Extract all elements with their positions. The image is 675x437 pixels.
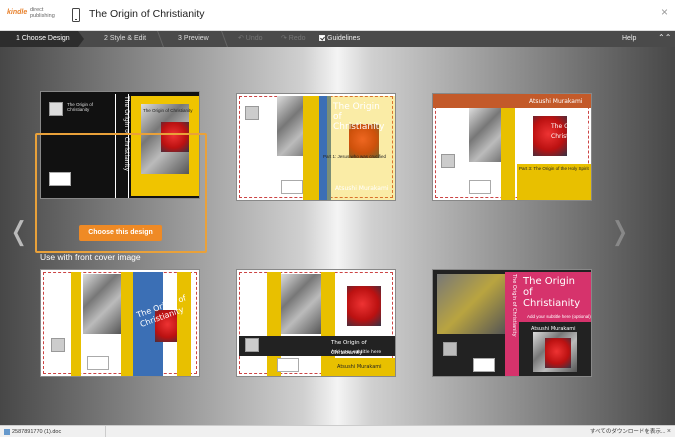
checkbox-checked-icon[interactable]: [319, 35, 325, 41]
undo-button[interactable]: ↶ Undo: [238, 31, 263, 47]
book-title: The Origin of Christianity: [89, 8, 205, 20]
redo-button[interactable]: ↷ Redo: [281, 31, 306, 47]
author-photo-placeholder-icon: [49, 102, 63, 116]
author-photo-placeholder-icon: [245, 106, 259, 120]
author-photo-placeholder-icon: [51, 338, 65, 352]
cover-design-5[interactable]: The Origin of Christianity Add your subt…: [236, 269, 396, 377]
guidelines-label: Guidelines: [327, 35, 361, 42]
carousel-next-icon[interactable]: ❭: [609, 217, 631, 247]
choose-this-design-button[interactable]: Choose this design: [79, 225, 162, 241]
cover-author: Atsushi Murakami: [335, 185, 389, 192]
step-style-edit[interactable]: 2 Style & Edit: [86, 31, 156, 47]
step-choose-design[interactable]: 1 Choose Design: [0, 31, 78, 47]
guidelines-checkbox[interactable]: Guidelines: [319, 31, 360, 47]
author-photo-placeholder-icon: [443, 342, 457, 356]
barcode-box: [469, 180, 491, 194]
barcode-box: [277, 358, 299, 372]
close-window-button[interactable]: ×: [661, 5, 668, 19]
show-all-downloads-link[interactable]: すべてのダウンロードを表示...: [590, 426, 665, 437]
cover-title: The Origin of Christianity: [523, 276, 581, 309]
title-bar: kindle direct publishing The Origin of Ch…: [0, 0, 675, 31]
front-title-small: The Origin of Christianity: [143, 108, 193, 113]
design-carousel: ❬ ❭ The Origin of Christianity The Origi…: [0, 47, 675, 425]
cover-title: The Origin of Christianity: [333, 102, 385, 132]
carousel-prev-icon[interactable]: ❬: [8, 217, 30, 247]
browser-download-bar: 2587891770 (1).doc すべてのダウンロードを表示... ×: [0, 425, 675, 437]
back-text: The Origin of Christianity: [67, 102, 94, 112]
front-cover-note: Use with front cover image: [40, 252, 141, 262]
kdp-logo: kindle direct publishing: [7, 7, 63, 23]
logo-direct-publishing-text: direct publishing: [30, 7, 55, 19]
wizard-steps-bar: 1 Choose Design 2 Style & Edit 3 Preview…: [0, 31, 675, 47]
download-item[interactable]: 2587891770 (1).doc: [2, 426, 106, 437]
cover-subtitle: Add your subtitle here (optional): [527, 314, 591, 319]
collapse-icon[interactable]: ⌃⌃: [658, 33, 671, 42]
back-text: Part 1: Jesus who was crucified: [323, 154, 387, 159]
author-photo-placeholder-icon: [245, 338, 259, 352]
step-preview[interactable]: 3 Preview: [164, 31, 224, 47]
logo-kindle-text: kindle: [7, 9, 28, 16]
author-photo-placeholder-icon: [441, 154, 455, 168]
cover-design-2[interactable]: The Origin of Christianity Part 1: Jesus w…: [236, 93, 396, 201]
barcode-box: [281, 180, 303, 194]
device-icon: [72, 8, 80, 22]
barcode-box: [87, 356, 109, 370]
spine-title: The Origin of Christianity: [511, 274, 517, 337]
cover-author-top: Atsushi Murakami: [529, 98, 583, 105]
cover-title: The Origin of Christianity: [551, 123, 590, 140]
cover-design-6[interactable]: The Origin of Christianity The Origin of C…: [432, 269, 592, 377]
help-link[interactable]: Help: [622, 31, 636, 47]
cover-design-4[interactable]: The Origin of Christianity: [40, 269, 200, 377]
cover-author: Atsushi Murakami: [337, 364, 382, 370]
cover-design-3[interactable]: Atsushi Murakami The Origin of Christian…: [432, 93, 592, 201]
barcode-box: [473, 358, 495, 372]
back-text: Part 3: The Origin of the Holy Spirit: [519, 166, 589, 171]
close-download-bar-icon[interactable]: ×: [667, 426, 671, 437]
